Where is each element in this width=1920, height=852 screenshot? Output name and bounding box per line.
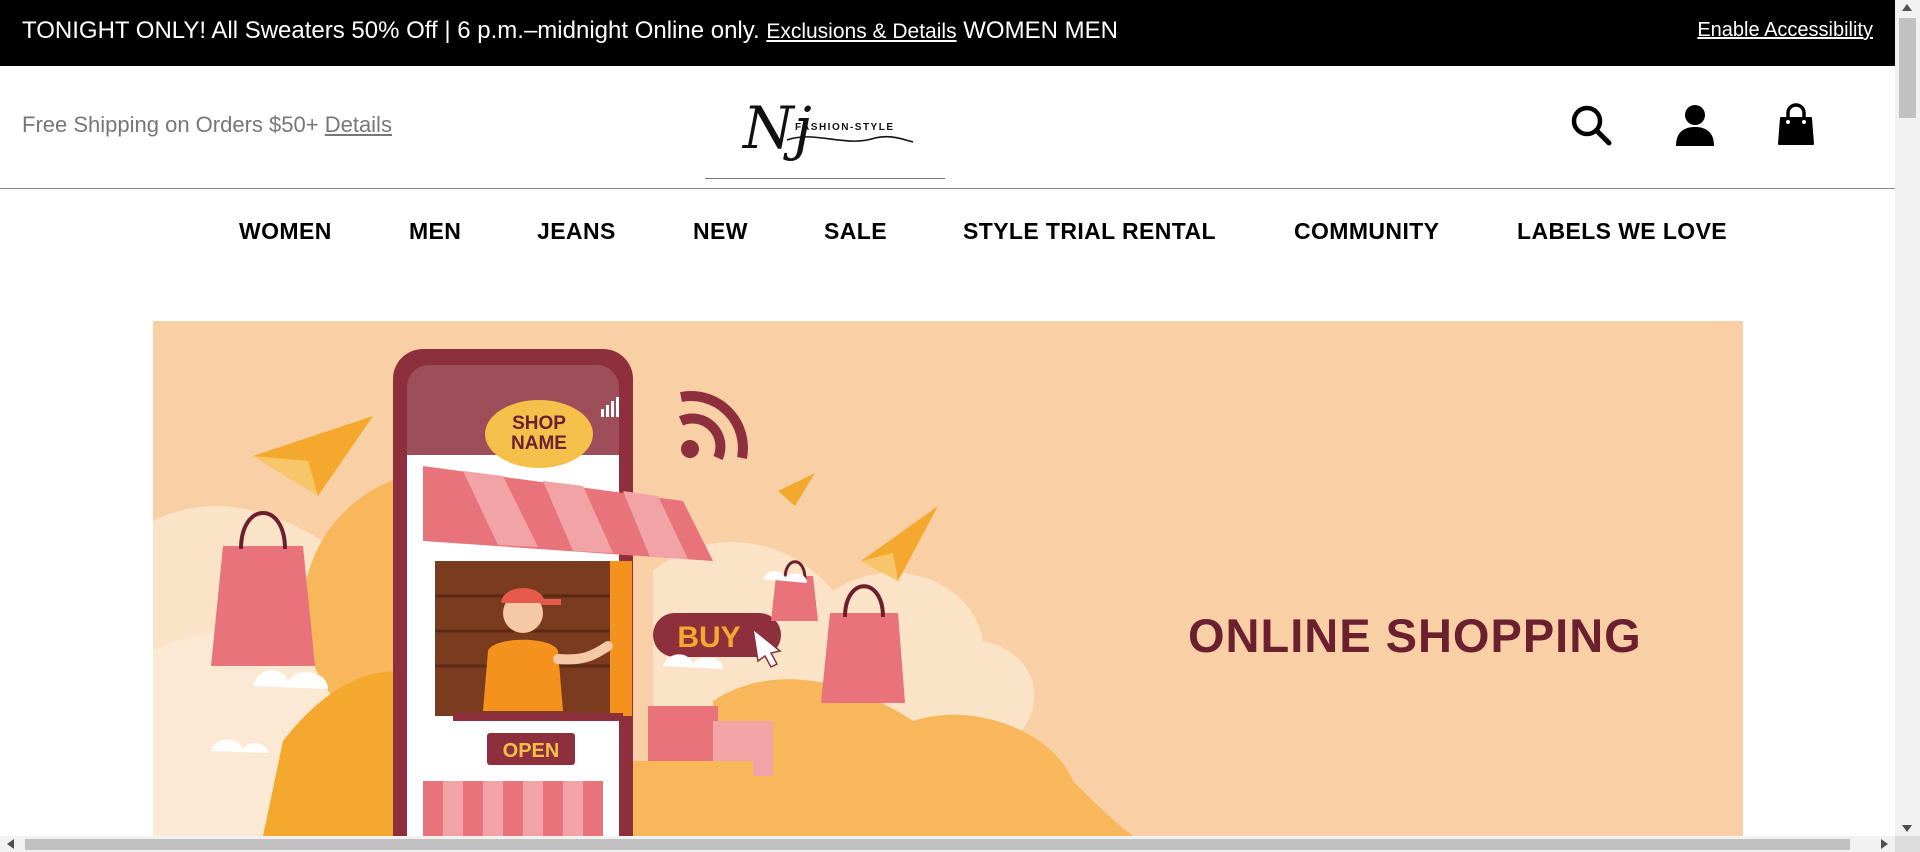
- shipping-details-link[interactable]: Details: [325, 112, 392, 137]
- open-sign: OPEN: [503, 740, 560, 762]
- promo-text: TONIGHT ONLY! All Sweaters 50% Off | 6 p…: [22, 17, 760, 44]
- horizontal-scrollbar[interactable]: [0, 836, 1895, 852]
- search-icon[interactable]: [1568, 102, 1614, 148]
- free-shipping-notice: Free Shipping on Orders $50+ Details: [22, 112, 392, 138]
- hero-title: ONLINE SHOPPING: [1188, 609, 1642, 662]
- promo-women-link[interactable]: WOMEN: [963, 17, 1058, 44]
- nav-item-new[interactable]: NEW: [693, 218, 748, 245]
- scroll-up-arrow-icon[interactable]: [1902, 4, 1912, 11]
- shop-sign-line2: NAME: [511, 433, 567, 454]
- nav-item-community[interactable]: COMMUNITY: [1294, 218, 1439, 245]
- scrollbar-corner: [1895, 836, 1920, 852]
- promo-men-link[interactable]: MEN: [1065, 17, 1118, 44]
- vertical-scrollbar[interactable]: [1895, 0, 1920, 836]
- scroll-left-arrow-icon[interactable]: [7, 839, 14, 849]
- enable-accessibility-link[interactable]: Enable Accessibility: [1697, 19, 1873, 42]
- buy-button-label: BUY: [677, 621, 740, 654]
- header-icons: [1568, 102, 1818, 152]
- promo-message: TONIGHT ONLY! All Sweaters 50% Off | 6 p…: [22, 17, 1118, 45]
- hero-banner[interactable]: SHOP NAME OPEN BUY ONLINE SHOPPING: [153, 321, 1743, 836]
- scroll-down-arrow-icon[interactable]: [1902, 825, 1912, 832]
- nav-item-sale[interactable]: SALE: [824, 218, 887, 245]
- nav-item-jeans[interactable]: JEANS: [537, 218, 616, 245]
- horizontal-scroll-thumb[interactable]: [25, 839, 1850, 850]
- shop-sign-line1: SHOP: [512, 413, 566, 434]
- main-nav: WOMEN MEN JEANS NEW SALE STYLE TRIAL REN…: [0, 188, 1895, 278]
- promo-bar: TONIGHT ONLY! All Sweaters 50% Off | 6 p…: [0, 0, 1895, 66]
- account-icon[interactable]: [1672, 102, 1718, 148]
- nav-item-women[interactable]: WOMEN: [239, 218, 332, 245]
- site-header: Free Shipping on Orders $50+ Details Nj …: [0, 66, 1895, 189]
- shipping-text: Free Shipping on Orders $50+: [22, 112, 319, 137]
- shopping-bag-icon[interactable]: [1773, 102, 1819, 148]
- exclusions-link[interactable]: Exclusions & Details: [766, 20, 956, 43]
- site-logo[interactable]: Nj FASHION-STYLE: [705, 78, 945, 179]
- nav-item-style-trial-rental[interactable]: STYLE TRIAL RENTAL: [963, 218, 1216, 245]
- nav-item-labels-we-love[interactable]: LABELS WE LOVE: [1517, 218, 1727, 245]
- hero-illustration: SHOP NAME OPEN BUY: [153, 349, 1133, 836]
- vertical-scroll-thumb[interactable]: [1899, 18, 1916, 118]
- scroll-right-arrow-icon[interactable]: [1881, 839, 1888, 849]
- nav-item-men[interactable]: MEN: [409, 218, 461, 245]
- logo-wordmark: FASHION-STYLE: [795, 122, 895, 133]
